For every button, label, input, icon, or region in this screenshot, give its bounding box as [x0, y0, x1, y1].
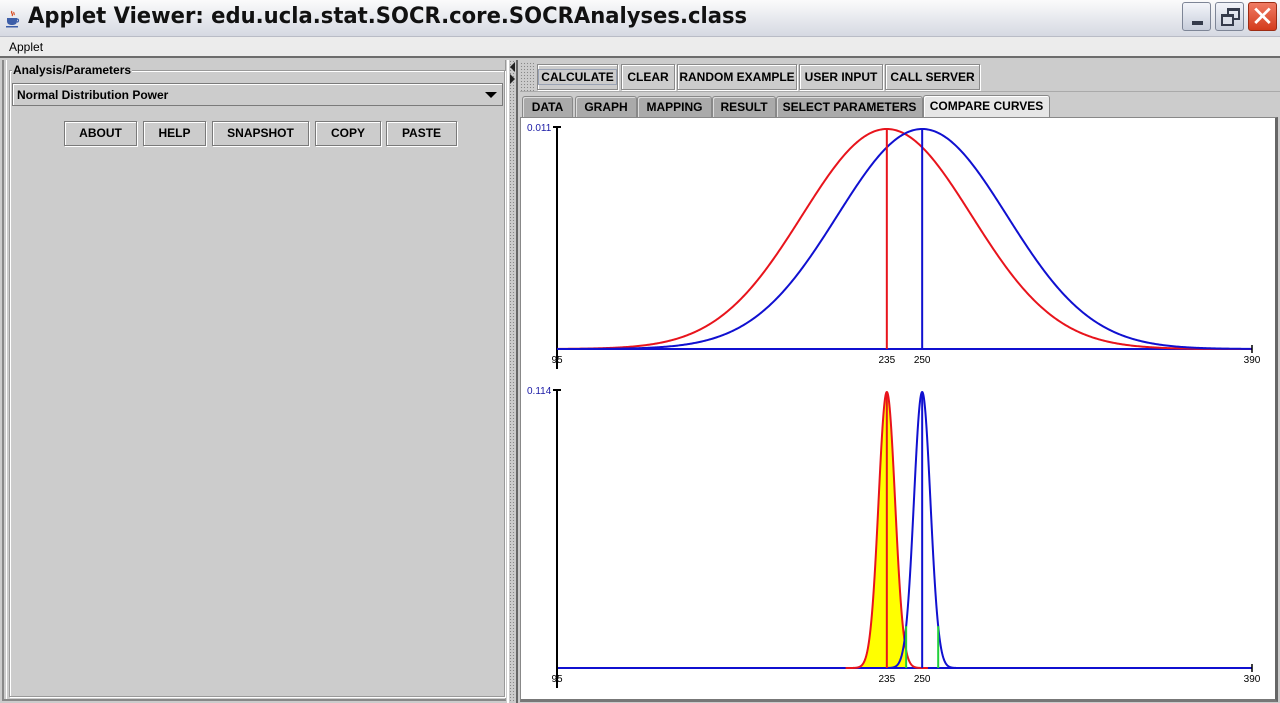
minimize-button[interactable] [1182, 2, 1211, 31]
x-tick-label: 250 [914, 355, 931, 366]
analysis-select-value: Normal Distribution Power [17, 88, 169, 102]
split-pane-divider[interactable] [507, 60, 518, 703]
toolbar-grip[interactable] [520, 62, 534, 92]
alternative-curve [557, 127, 1251, 350]
group-title: Analysis/Parameters [12, 63, 133, 77]
tab-select-parameters[interactable]: SELECT PARAMETERS [776, 96, 923, 117]
x-tick-label: 235 [878, 674, 895, 685]
null-curve [556, 127, 1251, 350]
window-title: Applet Viewer: edu.ucla.stat.SOCR.core.S… [28, 4, 748, 29]
compare-curves-plot: 0.011 95 235 250 390 0.114 95 235 250 390 [520, 117, 1278, 702]
chevron-down-icon[interactable] [485, 92, 497, 98]
x-tick-label: 250 [914, 674, 931, 685]
collapse-right-icon[interactable] [510, 74, 515, 84]
x-tick-label: 235 [878, 355, 895, 366]
y-max-label: 0.114 [527, 386, 552, 397]
tab-result[interactable]: RESULT [712, 96, 776, 117]
menu-applet[interactable]: Applet [9, 40, 43, 54]
title-bar: Applet Viewer: edu.ucla.stat.SOCR.core.S… [0, 0, 1280, 37]
close-icon: ✕ [1250, 0, 1275, 33]
random-example-button[interactable]: RANDOM EXAMPLE [677, 64, 797, 90]
java-cup-icon [6, 10, 20, 28]
restore-icon-front [1221, 14, 1234, 26]
x-tick-label: 390 [1244, 355, 1261, 366]
clear-button[interactable]: CLEAR [621, 64, 675, 90]
x-tick-label: 95 [551, 674, 563, 685]
x-tick-label: 390 [1244, 674, 1261, 685]
snapshot-button[interactable]: SNAPSHOT [212, 121, 309, 146]
x-tick-label: 95 [551, 355, 563, 366]
plot-canvas: 0.011 95 235 250 390 0.114 95 235 250 390 [527, 123, 1261, 688]
copy-button[interactable]: COPY [315, 121, 381, 146]
tab-bar: DATA GRAPH MAPPING RESULT SELECT PARAMET… [522, 95, 1278, 117]
user-input-button[interactable]: USER INPUT [799, 64, 883, 90]
close-button[interactable]: ✕ [1248, 0, 1277, 33]
analysis-select[interactable]: Normal Distribution Power [12, 83, 503, 106]
paste-button[interactable]: PASTE [386, 121, 457, 146]
help-button[interactable]: HELP [143, 121, 206, 146]
power-region-fill [557, 392, 907, 668]
analysis-parameters-panel: Analysis/Parameters Normal Distribution … [2, 60, 506, 701]
tab-mapping[interactable]: MAPPING [637, 96, 712, 117]
toolbar: CALCULATE CLEAR RANDOM EXAMPLE USER INPU… [520, 62, 1280, 92]
y-max-label: 0.011 [527, 123, 552, 134]
tab-graph[interactable]: GRAPH [575, 96, 637, 117]
tab-compare-curves[interactable]: COMPARE CURVES [923, 95, 1050, 117]
about-button[interactable]: ABOUT [64, 121, 137, 146]
calculate-button[interactable]: CALCULATE [537, 64, 618, 90]
results-panel: CALCULATE CLEAR RANDOM EXAMPLE USER INPU… [518, 60, 1280, 703]
menu-bar: Applet [0, 37, 1280, 58]
minimize-icon [1192, 21, 1203, 25]
calculate-label: CALCULATE [538, 69, 617, 85]
collapse-left-icon[interactable] [510, 62, 515, 72]
group-border [9, 70, 505, 697]
maximize-button[interactable] [1215, 2, 1244, 31]
tab-data[interactable]: DATA [522, 96, 573, 117]
call-server-button[interactable]: CALL SERVER [885, 64, 980, 90]
